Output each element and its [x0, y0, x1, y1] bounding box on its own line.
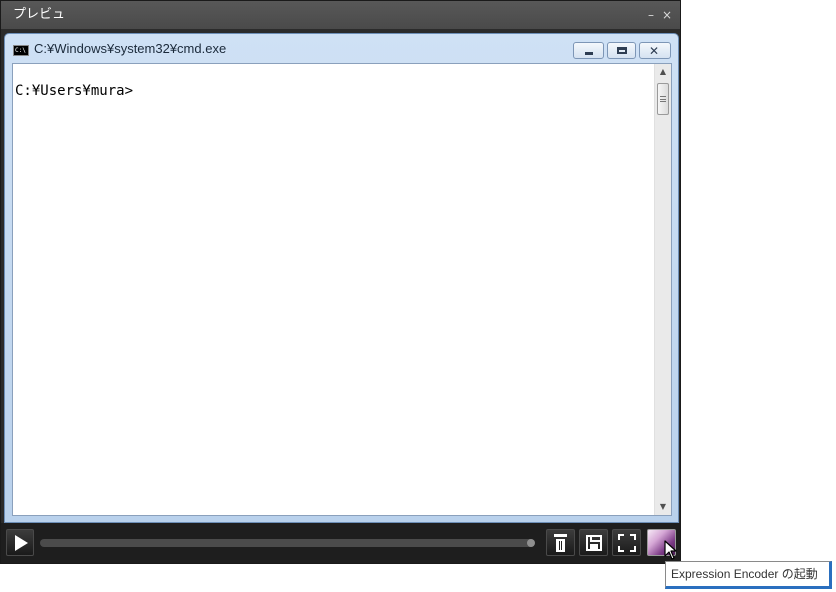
fullscreen-icon [618, 534, 636, 552]
save-button[interactable] [579, 529, 608, 556]
cmd-maximize-button[interactable] [607, 42, 636, 59]
cmd-close-button[interactable]: ✕ [639, 42, 671, 59]
player-controls [1, 523, 680, 563]
minimize-icon [585, 52, 593, 55]
grip-icon [660, 96, 666, 102]
preview-minimize-button[interactable]: – [648, 1, 654, 29]
play-icon [15, 535, 28, 551]
preview-window: プレビュ – × C:\ C:¥Windows¥system32¥cmd.exe… [0, 0, 681, 564]
maximize-icon [617, 47, 627, 54]
vertical-scrollbar[interactable]: ▲ ▼ [654, 64, 671, 515]
play-button[interactable] [6, 529, 34, 556]
seek-handle[interactable] [527, 539, 535, 547]
preview-close-button[interactable]: × [662, 1, 672, 29]
scroll-up-arrow-icon[interactable]: ▲ [655, 64, 671, 80]
scrollbar-thumb[interactable] [657, 83, 669, 115]
tooltip: Expression Encoder の起動 [665, 561, 832, 589]
cmd-app-icon: C:\ [13, 45, 29, 56]
console-prompt-line: C:¥Users¥mura> [15, 83, 134, 99]
cmd-window-title: C:¥Windows¥system32¥cmd.exe [34, 41, 227, 56]
cmd-titlebar: C:\ C:¥Windows¥system32¥cmd.exe ✕ [5, 34, 678, 64]
preview-titlebar: プレビュ – × [1, 1, 680, 29]
preview-title: プレビュ [13, 7, 66, 22]
save-icon [586, 535, 602, 551]
cmd-minimize-button[interactable] [573, 42, 604, 59]
mouse-cursor-icon [664, 540, 677, 560]
scroll-down-arrow-icon[interactable]: ▼ [655, 499, 671, 515]
delete-button[interactable] [546, 529, 575, 556]
seek-bar[interactable] [40, 539, 534, 547]
fullscreen-button[interactable] [612, 529, 641, 556]
cmd-window: C:\ C:¥Windows¥system32¥cmd.exe ✕ C:¥Use… [4, 33, 679, 523]
console-area[interactable]: C:¥Users¥mura> ▲ ▼ [12, 63, 672, 516]
close-icon: ✕ [649, 44, 660, 58]
